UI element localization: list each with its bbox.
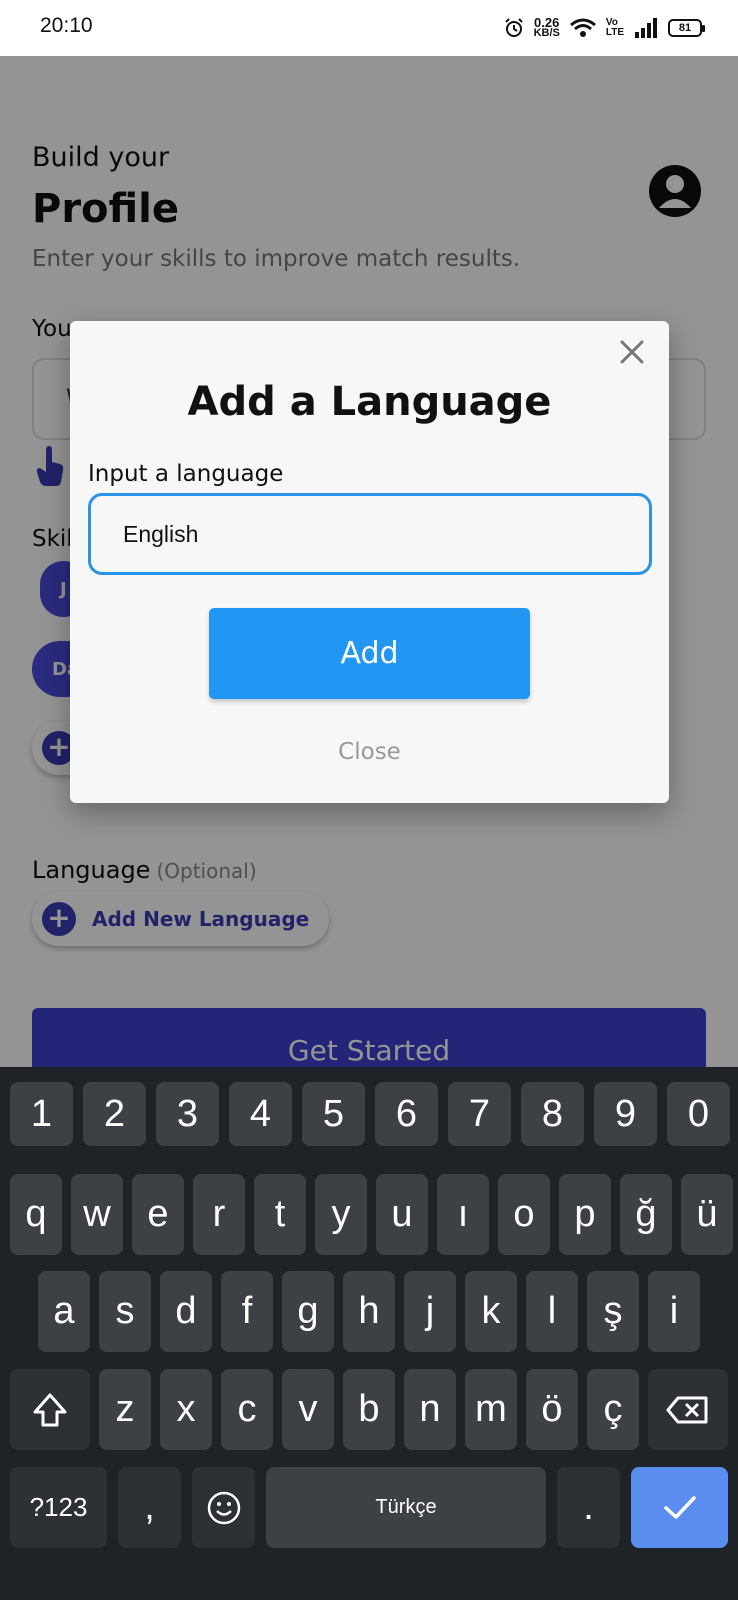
key-8[interactable]: 8 (521, 1082, 584, 1146)
key-letter[interactable]: p (559, 1174, 611, 1255)
key-letter[interactable]: e (132, 1174, 184, 1255)
period-key[interactable]: . (557, 1467, 620, 1548)
check-icon (663, 1495, 696, 1519)
key-letter[interactable]: m (465, 1369, 517, 1450)
network-speed: 0.26 KB/S (533, 16, 560, 39)
key-letter[interactable]: y (315, 1174, 367, 1255)
key-letter[interactable]: v (282, 1369, 334, 1450)
key-letter[interactable]: n (404, 1369, 456, 1450)
key-letter[interactable]: z (99, 1369, 151, 1450)
key-letter[interactable]: ö (526, 1369, 578, 1450)
language-input[interactable]: English (88, 493, 652, 575)
key-letter[interactable]: u (376, 1174, 428, 1255)
signal-icon (635, 18, 657, 38)
shift-icon (33, 1393, 67, 1426)
symbols-key[interactable]: ?123 (10, 1467, 107, 1548)
key-letter[interactable]: t (254, 1174, 306, 1255)
emoji-key[interactable] (192, 1467, 255, 1548)
key-6[interactable]: 6 (375, 1082, 438, 1146)
key-4[interactable]: 4 (229, 1082, 292, 1146)
key-letter[interactable]: ğ (620, 1174, 672, 1255)
dialog-title: Add a Language (187, 379, 552, 425)
key-letter[interactable]: j (404, 1271, 456, 1352)
key-letter[interactable]: r (193, 1174, 245, 1255)
key-0[interactable]: 0 (667, 1082, 730, 1146)
key-1[interactable]: 1 (10, 1082, 73, 1146)
done-key[interactable] (631, 1467, 728, 1548)
key-letter[interactable]: q (10, 1174, 62, 1255)
key-letter[interactable]: d (160, 1271, 212, 1352)
key-letter[interactable]: x (160, 1369, 212, 1450)
key-letter[interactable]: b (343, 1369, 395, 1450)
status-icons: 0.26 KB/S Vo LTE 81 (504, 14, 705, 42)
key-letter[interactable]: w (71, 1174, 123, 1255)
language-input-label: Input a language (88, 461, 284, 487)
wifi-icon (569, 18, 596, 37)
key-letter[interactable]: l (526, 1271, 578, 1352)
volte-bottom: LTE (605, 27, 624, 38)
key-3[interactable]: 3 (156, 1082, 219, 1146)
backspace-icon (666, 1396, 708, 1423)
close-button[interactable]: Close (70, 739, 669, 765)
key-letter[interactable]: a (38, 1271, 90, 1352)
key-5[interactable]: 5 (302, 1082, 365, 1146)
key-letter[interactable]: c (221, 1369, 273, 1450)
key-letter[interactable]: k (465, 1271, 517, 1352)
key-2[interactable]: 2 (83, 1082, 146, 1146)
close-icon[interactable] (615, 335, 649, 369)
alarm-icon (504, 18, 523, 37)
add-language-dialog: Add a Language Input a language English … (70, 321, 669, 803)
key-letter[interactable]: s (99, 1271, 151, 1352)
shift-key[interactable] (10, 1369, 90, 1450)
key-letter[interactable]: h (343, 1271, 395, 1352)
volte-indicator: Vo LTE (606, 18, 624, 38)
language-input-value: English (123, 520, 199, 547)
key-letter[interactable]: i (648, 1271, 700, 1352)
comma-key[interactable]: , (118, 1467, 181, 1548)
key-letter[interactable]: o (498, 1174, 550, 1255)
key-letter[interactable]: ü (681, 1174, 733, 1255)
key-letter[interactable]: f (221, 1271, 273, 1352)
keyboard: 1234567890 qwertyuıopğü asdfghjklşi zxcvbnm… (0, 1067, 738, 1600)
key-9[interactable]: 9 (594, 1082, 657, 1146)
emoji-icon (207, 1491, 240, 1524)
speed-unit: KB/S (533, 27, 560, 39)
key-letter[interactable]: ç (587, 1369, 639, 1450)
space-key[interactable]: Türkçe (266, 1467, 546, 1548)
add-button[interactable]: Add (209, 608, 530, 699)
key-letter[interactable]: g (282, 1271, 334, 1352)
status-time: 20:10 (40, 14, 93, 37)
battery-icon: 81 (668, 19, 705, 37)
key-7[interactable]: 7 (448, 1082, 511, 1146)
status-bar: 20:10 0.26 KB/S Vo LTE 81 (0, 0, 738, 56)
backspace-key[interactable] (648, 1369, 728, 1450)
key-letter[interactable]: ı (437, 1174, 489, 1255)
key-letter[interactable]: ş (587, 1271, 639, 1352)
